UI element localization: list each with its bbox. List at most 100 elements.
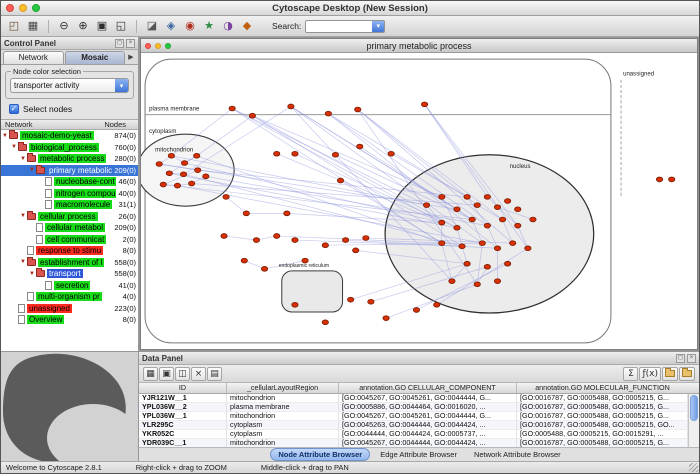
network-node[interactable] (515, 207, 521, 212)
select-attributes-icon[interactable]: ▦ (143, 367, 158, 381)
tab-node-attribute-browser[interactable]: Node Attribute Browser (270, 448, 370, 461)
table-row[interactable]: YJR121W__1mitochondrion[GO:0045267, GO:0… (139, 394, 688, 403)
network-node[interactable] (332, 152, 338, 157)
tree-item-multi-organism-pr[interactable]: multi-organism pr4(0) (1, 291, 138, 303)
network-node[interactable] (434, 302, 440, 307)
tree-item-nucleobase-cont[interactable]: nucleobase-cont46(0) (1, 176, 138, 188)
network-node[interactable] (221, 234, 227, 239)
network-node[interactable] (353, 248, 359, 253)
sum-icon[interactable]: Σ (623, 367, 638, 381)
tree-expander-icon[interactable]: ▼ (19, 259, 27, 265)
tree-item-biological-process[interactable]: ▼biological_process760(0) (1, 142, 138, 154)
tab-scroll-right-icon[interactable]: ▶ (126, 51, 136, 64)
delete-attribute-icon[interactable]: × (191, 367, 206, 381)
network-node[interactable] (325, 111, 331, 116)
network-node[interactable] (322, 320, 328, 325)
network-node[interactable] (274, 234, 280, 239)
select-nodes-checkbox[interactable]: ✓ (9, 104, 19, 114)
new-network-from-selection-icon[interactable]: ◉ (181, 18, 199, 35)
node-color-dropdown[interactable]: transporter activity ▾ (10, 78, 129, 93)
scrollbar-thumb[interactable] (690, 395, 698, 421)
network-node[interactable] (363, 236, 369, 241)
network-node[interactable] (274, 151, 280, 156)
network-node[interactable] (474, 282, 480, 287)
tree-item-unassigned[interactable]: unassigned223(0) (1, 303, 138, 315)
tree-item-secretion[interactable]: secretion41(0) (1, 280, 138, 292)
table-row[interactable]: YDR039C__1mitochondrion[GO:0045267, GO:0… (139, 439, 688, 447)
tree-expander-icon[interactable]: ▼ (19, 156, 27, 162)
tree-item-metabolic-process[interactable]: ▼metabolic process280(0) (1, 153, 138, 165)
column-header-3[interactable]: annotation.GO MOLECULAR_FUNCTION (517, 383, 688, 393)
close-panel-icon[interactable]: × (126, 39, 135, 48)
network-node[interactable] (474, 203, 480, 208)
network-node[interactable] (504, 199, 510, 204)
tab-network[interactable]: Network (3, 51, 64, 64)
network-node[interactable] (479, 241, 485, 246)
save-session-icon[interactable]: ▦ (24, 18, 42, 35)
float-data-panel-icon[interactable]: ◻ (676, 354, 685, 363)
network-node[interactable] (355, 107, 361, 112)
network-node[interactable] (188, 181, 194, 186)
network-node[interactable] (160, 182, 166, 187)
network-node[interactable] (439, 220, 445, 225)
network-node[interactable] (383, 316, 389, 321)
column-header-0[interactable]: ID (139, 383, 227, 393)
network-node[interactable] (499, 217, 505, 222)
tree-expander-icon[interactable]: ▼ (1, 133, 9, 139)
network-canvas[interactable]: plasma membrane cytoplasm mitochondrion … (141, 53, 697, 349)
network-node[interactable] (180, 172, 186, 177)
network-node[interactable] (510, 241, 516, 246)
network-node[interactable] (292, 238, 298, 243)
network-node[interactable] (504, 261, 510, 266)
network-node[interactable] (253, 238, 259, 243)
network-node[interactable] (284, 211, 290, 216)
network-node[interactable] (181, 161, 187, 166)
function-builder-icon[interactable]: ƒ(x) (639, 367, 661, 381)
network-node[interactable] (388, 151, 394, 156)
network-node[interactable] (484, 264, 490, 269)
network-node[interactable] (484, 223, 490, 228)
network-node[interactable] (413, 308, 419, 313)
network-node[interactable] (439, 241, 445, 246)
export-attributes-icon[interactable] (679, 367, 695, 381)
network-view-titlebar[interactable]: primary metabolic process (141, 39, 697, 53)
network-node[interactable] (464, 261, 470, 266)
column-header-1[interactable]: _cellularLayoutRegion (227, 383, 339, 393)
tree-item-establishment-of-l[interactable]: ▼establishment of l558(0) (1, 257, 138, 269)
tree-item-primary-metabolic[interactable]: ▼primary metabolic209(0) (1, 165, 138, 177)
tree-expander-icon[interactable]: ▼ (28, 167, 36, 173)
network-node[interactable] (249, 113, 255, 118)
annotation-icon[interactable]: ★ (200, 18, 218, 35)
tab-edge-attribute-browser[interactable]: Edge Attribute Browser (373, 449, 464, 460)
network-node[interactable] (229, 106, 235, 111)
column-header-2[interactable]: annotation.GO CELLULAR_COMPONENT (339, 383, 517, 393)
table-row[interactable]: YKR052Ccytoplasm[GO:0044444, GO:0044424,… (139, 430, 688, 439)
network-node[interactable] (337, 178, 343, 183)
network-node[interactable] (195, 168, 201, 173)
network-edge[interactable] (232, 109, 442, 244)
zoom-out-icon[interactable]: ⊖ (55, 18, 73, 35)
network-node[interactable] (194, 153, 200, 158)
network-node[interactable] (292, 151, 298, 156)
network-node[interactable] (203, 174, 209, 179)
tree-item-macromolecule[interactable]: macromolecule31(1) (1, 199, 138, 211)
network-node[interactable] (243, 211, 249, 216)
tree-item-transport[interactable]: ▼transport558(0) (1, 268, 138, 280)
tab-network-attribute-browser[interactable]: Network Attribute Browser (467, 449, 568, 460)
network-node[interactable] (449, 279, 455, 284)
network-node[interactable] (342, 238, 348, 243)
tab-mosaic[interactable]: Mosaic (65, 51, 126, 64)
tree-item-cell-communicat[interactable]: cell communicat2(0) (1, 234, 138, 246)
network-node[interactable] (484, 195, 490, 200)
table-row[interactable]: YPL036W__2plasma membrane[GO:0005886, GO… (139, 403, 688, 412)
network-node[interactable] (459, 244, 465, 249)
float-panel-icon[interactable]: ◻ (115, 39, 124, 48)
zoom-selected-icon[interactable]: ▣ (93, 18, 111, 35)
network-node[interactable] (530, 217, 536, 222)
network-node[interactable] (166, 171, 172, 176)
tree-expander-icon[interactable]: ▼ (10, 144, 18, 150)
network-node[interactable] (454, 207, 460, 212)
network-node[interactable] (656, 177, 662, 182)
network-node[interactable] (174, 183, 180, 188)
tree-item-mosaic-demo-yeast[interactable]: ▼mosaic-demo-yeast874(0) (1, 130, 138, 142)
